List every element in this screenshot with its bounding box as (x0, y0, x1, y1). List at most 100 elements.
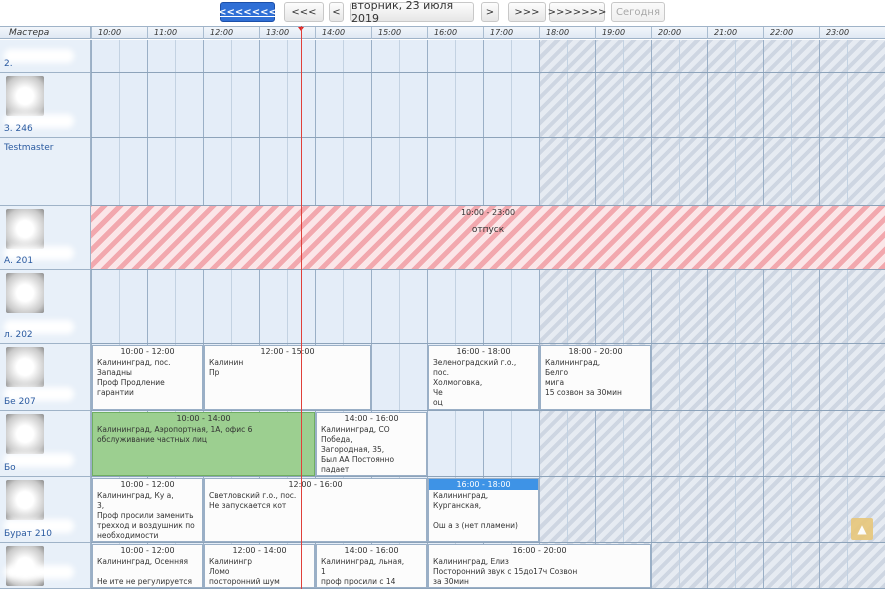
master-row[interactable]: 2. (0, 40, 91, 73)
appointment-card[interactable]: 10:00 - 12:00 Калининград, пос. Западны П… (92, 345, 203, 410)
appointment-details: Калининград, пос. Западны Проф Продление… (97, 358, 171, 397)
grid-line (707, 344, 708, 410)
grid-line (623, 270, 624, 343)
grid-line (259, 73, 260, 137)
appointment-card[interactable]: 10:00 - 12:00 Калининград, Осенняя Не ите… (92, 544, 203, 588)
master-name[interactable]: З. 246 (4, 124, 33, 134)
off-hours (539, 270, 885, 343)
grid-line (91, 40, 92, 72)
master-name[interactable]: Бурат 210 (4, 529, 52, 539)
grid-line (623, 477, 624, 542)
master-row[interactable]: Testmaster (0, 138, 91, 206)
grid-line (819, 543, 820, 588)
nav-button-4[interactable]: > (481, 2, 499, 22)
nav-button-5[interactable]: >>> (508, 2, 546, 22)
grid-line (371, 73, 372, 137)
grid-line (595, 270, 596, 343)
grid-line (483, 270, 484, 343)
appointment-time: 12:00 - 16:00 (288, 480, 343, 489)
master-row[interactable]: Бе 207 (0, 344, 91, 411)
grid-line (539, 73, 540, 137)
grid-line (791, 411, 792, 476)
schedule-row[interactable] (91, 138, 885, 206)
appointment-card[interactable]: 12:00 - 14:00 Калинингр Ломо посторонний … (204, 544, 315, 588)
master-row[interactable] (0, 543, 91, 589)
grid-line (567, 411, 568, 476)
grid-line (763, 344, 764, 410)
grid-line (511, 138, 512, 205)
nav-button-6[interactable]: >>>>>>> (548, 2, 606, 22)
schedule-row[interactable] (91, 270, 885, 344)
grid-line (343, 73, 344, 137)
grid-line (259, 138, 260, 205)
grid-line (847, 411, 848, 476)
grid-line (651, 344, 652, 410)
hour-label: 18:00 (539, 27, 595, 39)
appointment-card[interactable]: 18:00 - 20:00 Калининград, Белго мига 15 … (540, 345, 651, 410)
grid-line (343, 40, 344, 72)
vacation-label: отпуск (471, 225, 505, 235)
scroll-to-top-button[interactable]: ▲ (851, 518, 873, 540)
master-row[interactable]: А. 201 (0, 206, 91, 270)
master-row[interactable]: л. 202 (0, 270, 91, 344)
grid-line (651, 411, 652, 476)
grid-line (735, 40, 736, 72)
grid-line (427, 138, 428, 205)
master-name[interactable]: Бе 207 (4, 397, 36, 407)
schedule-row[interactable] (91, 40, 885, 73)
grid-line (791, 40, 792, 72)
grid-line (707, 40, 708, 72)
grid-line (735, 270, 736, 343)
master-name[interactable]: л. 202 (4, 330, 33, 340)
grid-line (567, 73, 568, 137)
schedule-row[interactable] (91, 73, 885, 138)
grid-line (315, 138, 316, 205)
grid-line (147, 138, 148, 205)
grid-line (511, 73, 512, 137)
grid-line (623, 40, 624, 72)
master-row[interactable]: Бурат 210 (0, 477, 91, 543)
appointment-details: Калининград, Осенняя Не ите не регулируе… (97, 557, 193, 586)
master-name[interactable]: Бо (4, 463, 16, 473)
avatar (6, 347, 44, 387)
vacation-time: 10:00 - 23:00 (460, 208, 516, 217)
appointment-time: 10:00 - 12:00 (120, 546, 175, 555)
appointment-time: 18:00 - 20:00 (568, 347, 623, 356)
master-name[interactable]: Testmaster (4, 143, 53, 153)
nav-button-3[interactable]: вторник, 23 июля 2019 (350, 0, 474, 25)
grid-line (175, 40, 176, 72)
grid-line (399, 344, 400, 410)
appointment-card[interactable]: 10:00 - 12:00 Калининград, Ку а, 3, Проф … (92, 478, 203, 542)
grid-line (595, 73, 596, 137)
grid-line (147, 73, 148, 137)
vacation-block[interactable]: 10:00 - 23:00 отпуск (91, 206, 885, 269)
master-row[interactable]: З. 246 (0, 73, 91, 138)
appointment-details: Калинингр Ломо посторонний шум (209, 557, 280, 586)
master-name[interactable]: А. 201 (4, 256, 33, 266)
avatar (6, 480, 44, 520)
nav-button-1[interactable]: <<< (284, 2, 324, 22)
appointment-time: 10:00 - 12:00 (120, 347, 175, 356)
appointment-card[interactable]: 12:00 - 16:00 Светловский г.о., пос. Не з… (204, 478, 427, 542)
grid-line (203, 40, 204, 72)
grid-line (623, 411, 624, 476)
nav-button-0[interactable]: <<<<<<< (218, 2, 277, 22)
grid-line (791, 344, 792, 410)
grid-line (763, 411, 764, 476)
grid-line (539, 270, 540, 343)
masters-column: 2. З. 246 Testmaster А. 201 л. 202 Бе 207 Бо Бу… (0, 40, 91, 589)
appointment-card[interactable]: 16:00 - 18:00 Зеленоградский г.о., пос. Х… (428, 345, 539, 410)
appointment-card[interactable]: 14:00 - 16:00 Калининград, льная, 1 проф … (316, 544, 427, 588)
appointment-card[interactable]: 14:00 - 16:00 Калининград, СО Победа, Заг… (316, 412, 427, 476)
master-name[interactable]: 2. (4, 59, 13, 69)
appointment-card[interactable]: 16:00 - 20:00 Калининград, Елиз Посторонн… (428, 544, 651, 588)
grid-line (679, 344, 680, 410)
appointment-card[interactable]: 12:00 - 15:00 Калинин Пр (204, 345, 371, 410)
grid-line (567, 40, 568, 72)
master-row[interactable]: Бо (0, 411, 91, 477)
grid-line (287, 270, 288, 343)
grid-line (847, 73, 848, 137)
appointment-card[interactable]: 16:00 - 18:00 Калининград, Курганская, Ош… (428, 478, 539, 542)
nav-button-2[interactable]: < (329, 2, 344, 22)
appointment-card[interactable]: 10:00 - 14:00 Калининград, Аэропортная, 1… (92, 412, 315, 476)
